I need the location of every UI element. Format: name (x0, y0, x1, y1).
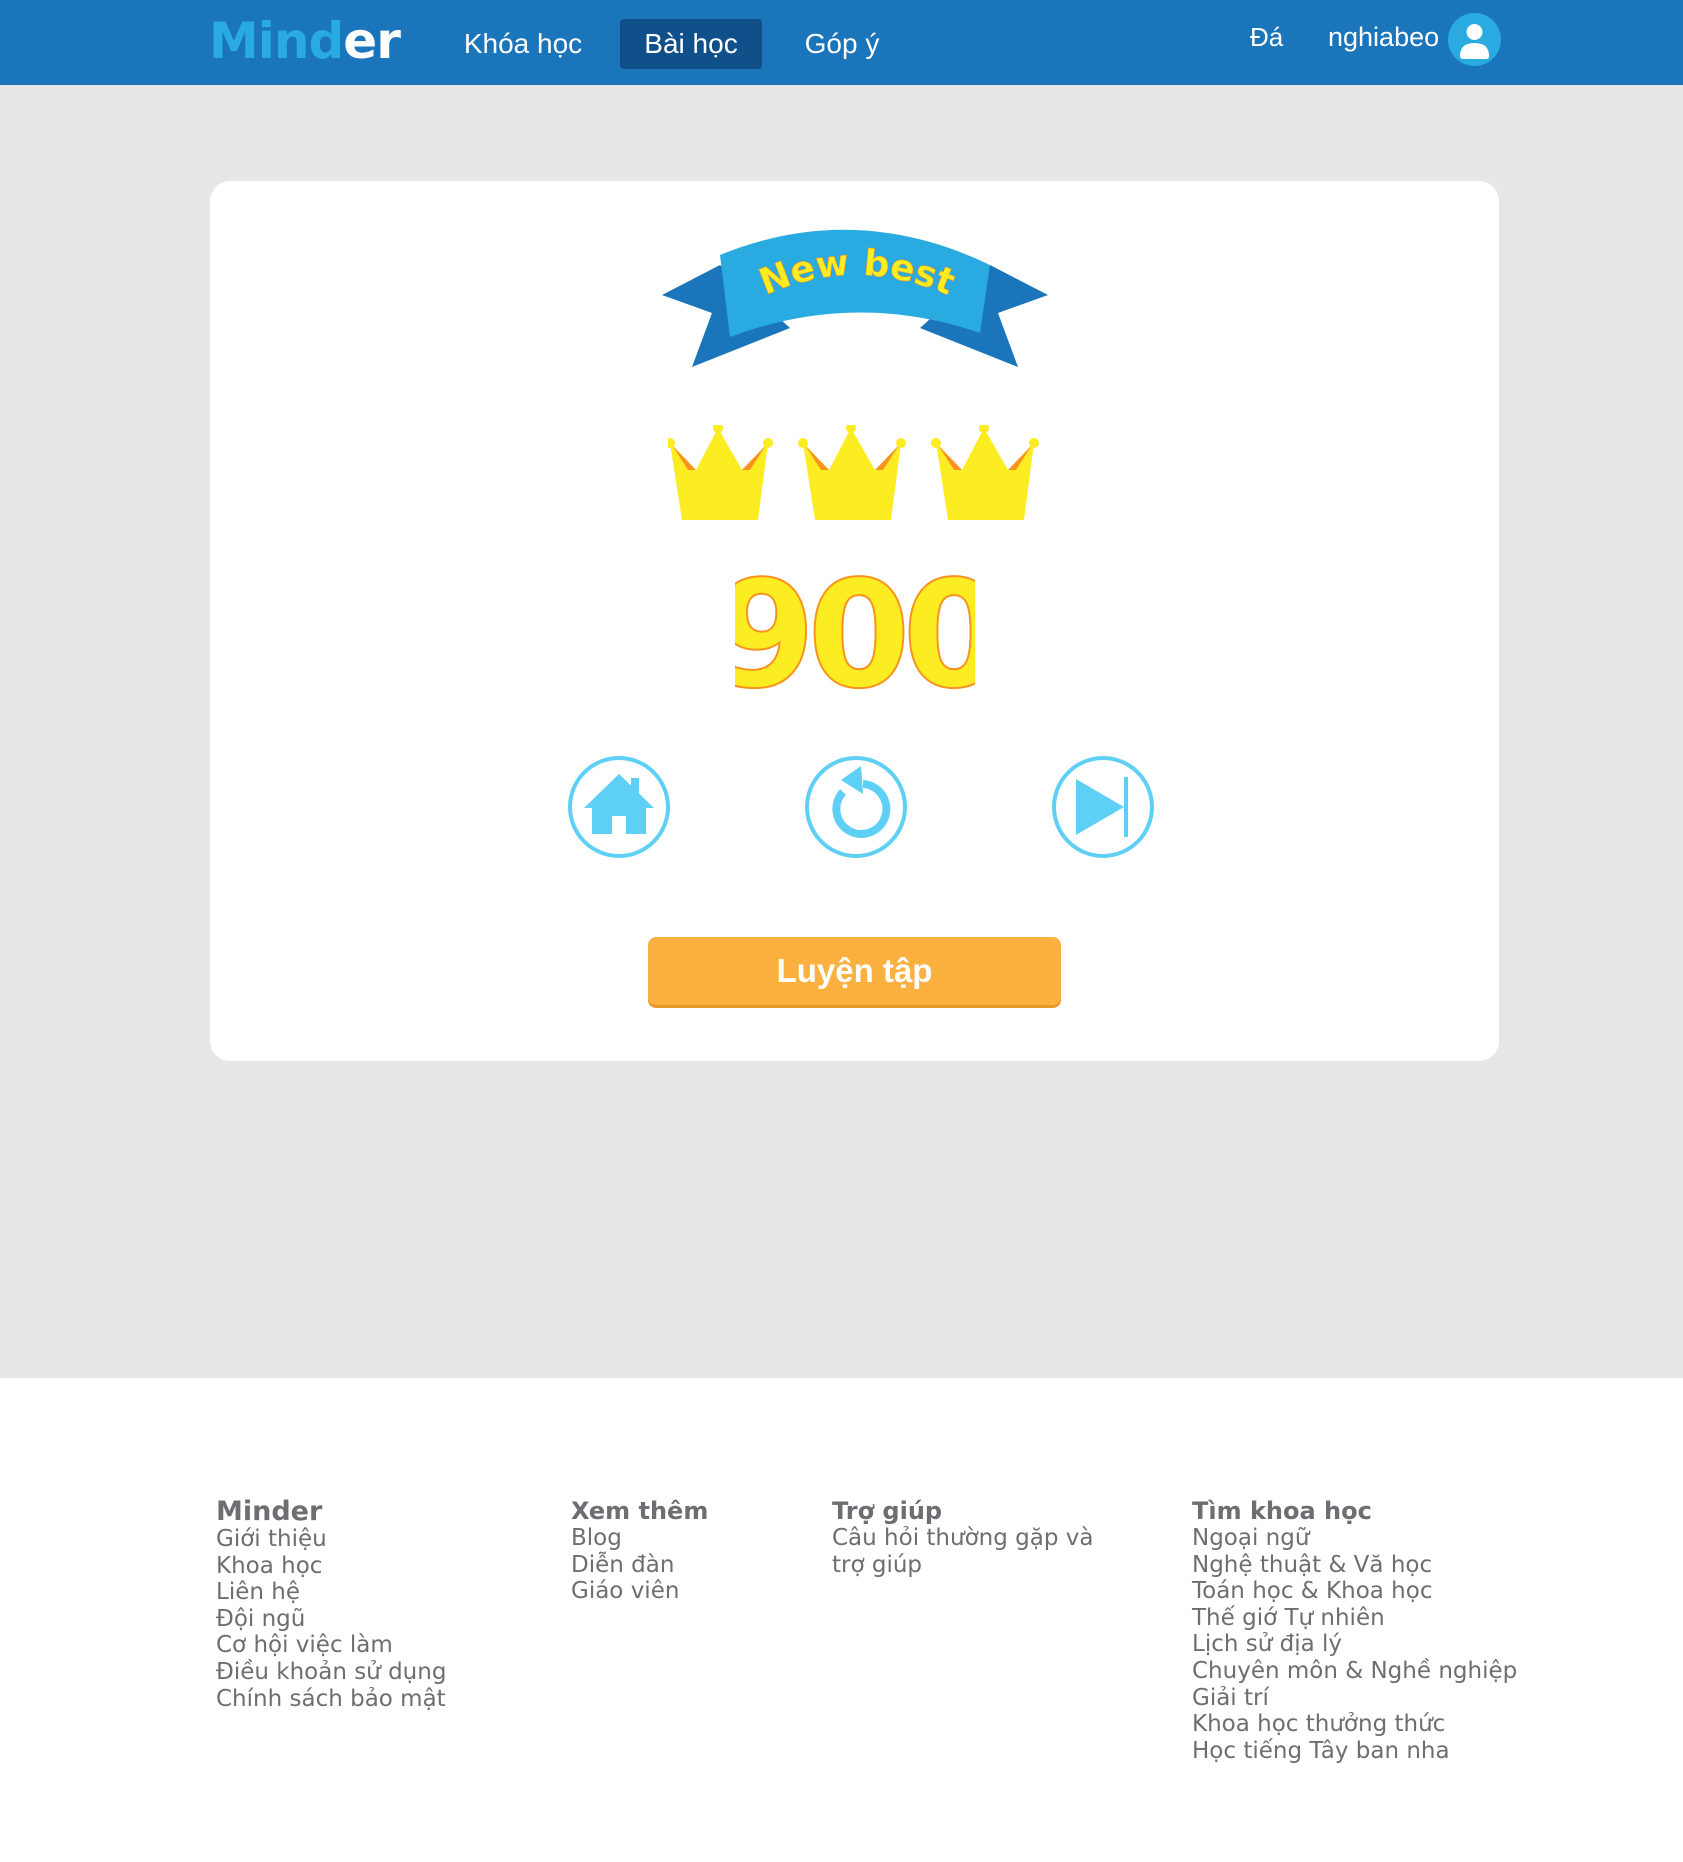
footer-link[interactable]: Lịch sử địa lý (1192, 1631, 1517, 1658)
nav-bai-hoc[interactable]: Bài học (620, 19, 762, 69)
crown-icon (798, 423, 906, 520)
footer-heading: Xem thêm (571, 1497, 709, 1525)
footer-col-tro-giup: Trợ giúp Câu hỏi thường gặp và trợ giúp (832, 1498, 1093, 1578)
replay-icon (805, 756, 907, 858)
language-selector[interactable]: Đá (1250, 22, 1283, 53)
crown-icon (665, 423, 773, 520)
footer-link[interactable]: Liên hệ (216, 1579, 446, 1606)
footer-heading: Minder (216, 1496, 323, 1527)
footer-heading: Tìm khoa học (1192, 1497, 1372, 1525)
nav-khoa-hoc[interactable]: Khóa học (454, 19, 592, 69)
footer-link[interactable]: trợ giúp (832, 1552, 1093, 1579)
avatar[interactable] (1448, 13, 1501, 66)
footer-link[interactable]: Nghệ thuật & Vă học (1192, 1552, 1517, 1579)
nav-gop-y[interactable]: Góp ý (790, 19, 894, 69)
score: 900 (712, 548, 1008, 722)
footer-link[interactable]: Chính sách bảo mật (216, 1686, 446, 1713)
footer-link[interactable]: Giáo viên (571, 1578, 708, 1605)
next-button[interactable] (1050, 754, 1156, 860)
user-icon (1460, 24, 1489, 59)
retry-button[interactable] (803, 754, 909, 860)
logo-part-1: Mind (209, 12, 344, 70)
footer-link[interactable]: Giải trí (1192, 1685, 1517, 1712)
footer-link[interactable]: Diễn đàn (571, 1552, 708, 1579)
footer-link[interactable]: Điều khoản sử dụng (216, 1659, 446, 1686)
footer-link[interactable]: Blog (571, 1525, 708, 1552)
footer-link[interactable]: Khoa học (216, 1553, 446, 1580)
crown-rating (665, 423, 1048, 530)
footer-col-tim-khoa-hoc: Tìm khoa học Ngoại ngữ Nghệ thuật & Vă h… (1192, 1498, 1517, 1764)
logo-part-2: er (343, 12, 401, 70)
new-best-ribbon: New best (660, 225, 1050, 375)
home-icon (568, 756, 670, 858)
footer-link[interactable]: Khoa học thưởng thức (1192, 1711, 1517, 1738)
footer-link[interactable]: Học tiếng Tây ban nha (1192, 1738, 1517, 1765)
home-button[interactable] (566, 754, 672, 860)
footer-link[interactable]: Giới thiệu (216, 1526, 446, 1553)
footer-col-xem-them: Xem thêm Blog Diễn đàn Giáo viên (571, 1498, 708, 1605)
footer-link[interactable]: Câu hỏi thường gặp và (832, 1525, 1093, 1552)
logo[interactable]: Minder (209, 12, 401, 70)
footer-link[interactable]: Chuyên môn & Nghề nghiệp (1192, 1658, 1517, 1685)
footer-link[interactable]: Cơ hội việc làm (216, 1632, 446, 1659)
score-value: 900 (735, 568, 975, 698)
footer-link[interactable]: Toán học & Khoa học (1192, 1578, 1517, 1605)
crown-icon (931, 423, 1039, 520)
footer-link[interactable]: Ngoại ngữ (1192, 1525, 1517, 1552)
practice-button[interactable]: Luyện tập (648, 937, 1061, 1005)
footer-link[interactable]: Đội ngũ (216, 1606, 446, 1633)
footer-heading: Trợ giúp (832, 1497, 943, 1525)
top-navbar: Minder Khóa học Bài học Góp ý Đá nghiabe… (0, 0, 1683, 85)
username[interactable]: nghiabeo (1328, 22, 1439, 53)
footer-link[interactable]: Thế giớ Tự nhiên (1192, 1605, 1517, 1632)
footer-col-minder: Minder Giới thiệu Khoa học Liên hệ Đội n… (216, 1498, 446, 1712)
skip-next-icon (1052, 756, 1154, 858)
